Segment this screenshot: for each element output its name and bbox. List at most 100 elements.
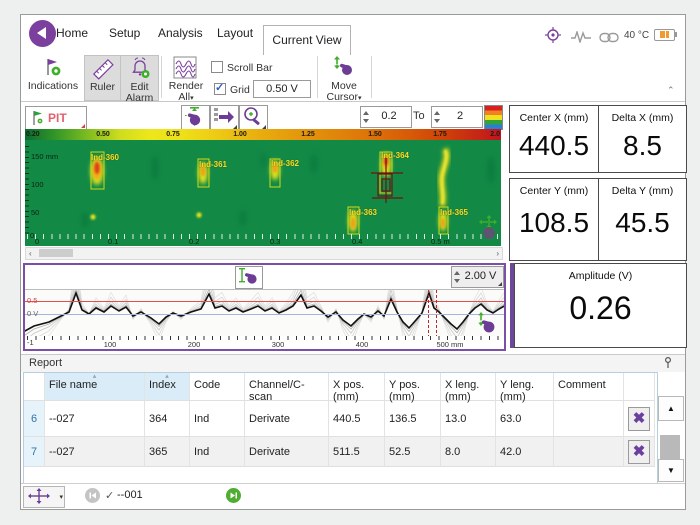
indication-label[interactable]: Ind-360 xyxy=(91,153,119,162)
indication-label[interactable]: Ind-361 xyxy=(199,160,227,169)
delete-row-button[interactable]: ✖ xyxy=(628,406,650,431)
cell-file-name[interactable]: --027 xyxy=(45,401,145,437)
cell-x-leng[interactable]: 8.0 xyxy=(441,437,496,467)
cell-index[interactable]: 365 xyxy=(145,437,190,467)
scale-tick: 1.75 xyxy=(433,131,447,138)
header-y-pos[interactable]: Y pos. (mm) xyxy=(385,373,441,403)
indications-button[interactable]: Indications xyxy=(23,55,83,99)
scale-tick: 1.25 xyxy=(301,131,315,138)
row-number[interactable]: 7 xyxy=(24,437,45,467)
scrollbar-thumb[interactable] xyxy=(39,249,73,257)
skip-next-icon[interactable] xyxy=(226,488,241,503)
cell-y-pos[interactable]: 52.5 xyxy=(385,437,441,467)
cell-channel[interactable]: Derivate xyxy=(245,401,329,437)
cell-file-name[interactable]: --027 xyxy=(45,437,145,467)
header-y-leng[interactable]: Y leng. (mm) xyxy=(496,373,554,403)
range-to-spinner[interactable]: 2 xyxy=(431,106,483,128)
cell-x-pos[interactable]: 440.5 xyxy=(329,401,385,437)
move-tool-caret[interactable]: ▾ xyxy=(59,493,63,501)
edit-alarm-button[interactable]: Edit Alarm xyxy=(120,55,159,104)
x-tick-label: 400 xyxy=(355,340,369,349)
hand-arrows-icon xyxy=(321,56,367,80)
cell-code[interactable]: Ind xyxy=(190,401,245,437)
y-label-upper: 0.5 xyxy=(27,296,38,305)
scroll-up-button[interactable]: ▲ xyxy=(658,396,684,421)
grid-value-input[interactable]: 0.50 V xyxy=(253,80,311,98)
cell-code[interactable]: Ind xyxy=(190,437,245,467)
menu-item-home[interactable]: Home xyxy=(56,26,88,40)
pan-tool-button[interactable] xyxy=(181,105,210,131)
scroll-down-button[interactable]: ▼ xyxy=(658,459,684,482)
cell-y-leng[interactable]: 42.0 xyxy=(496,437,554,467)
strip-move-cursor-icon[interactable] xyxy=(475,312,497,336)
palette-button[interactable] xyxy=(484,105,503,130)
indication-label[interactable]: Ind-362 xyxy=(271,159,299,168)
cell-comment[interactable] xyxy=(554,401,624,437)
cursor-line-left[interactable] xyxy=(428,290,429,336)
pin-icon[interactable] xyxy=(663,356,673,372)
cscan-h-scrollbar[interactable]: ‹ › xyxy=(25,247,503,260)
move-tool-button[interactable]: ▾ xyxy=(23,486,65,508)
strip-plot[interactable]: 0.5 0 V xyxy=(25,290,504,336)
render-all-button[interactable]: Render All▾ xyxy=(164,55,208,103)
target-icon[interactable] xyxy=(545,27,561,48)
grid-checkbox-row[interactable]: Grid xyxy=(214,81,250,96)
scale-tick: 0.75 xyxy=(166,131,180,138)
render-all-caret: ▾ xyxy=(190,95,194,102)
cell-x-leng[interactable]: 13.0 xyxy=(441,401,496,437)
strip-header: 2.00 V xyxy=(25,265,504,290)
ribbon-collapse-chevron[interactable]: ⌃ xyxy=(667,85,675,96)
scrollbar-checkbox-row[interactable]: Scroll Bar xyxy=(211,61,273,74)
grid-checkbox[interactable] xyxy=(214,81,226,95)
check-icon: ✓ xyxy=(105,490,115,502)
header-file-name[interactable]: File name xyxy=(45,373,145,401)
cell-comment[interactable] xyxy=(554,437,624,467)
x-tick-label: 0.3 xyxy=(270,237,281,246)
cell-y-pos[interactable]: 136.5 xyxy=(385,401,441,437)
header-index[interactable]: Index xyxy=(145,373,190,401)
move-cursor-button[interactable]: Move Cursor▾ xyxy=(321,55,367,103)
cell-index[interactable]: 364 xyxy=(145,401,190,437)
scrollbar-checkbox[interactable] xyxy=(211,61,223,73)
step-cursor-button[interactable] xyxy=(210,105,239,131)
indication-label[interactable]: Ind-365 xyxy=(440,208,468,217)
cscan-map[interactable]: 150 mm 100 50 0 0 0.1 0.2 0.3 0.4 0.5 m … xyxy=(25,140,501,246)
strip-scale-corner xyxy=(498,282,502,286)
strip-scale-spinner[interactable]: 2.00 V xyxy=(451,266,504,288)
row-number[interactable]: 6 xyxy=(24,401,45,437)
cell-x-pos[interactable]: 511.5 xyxy=(329,437,385,467)
menu-item-analysis[interactable]: Analysis xyxy=(158,26,203,40)
header-comment[interactable]: Comment xyxy=(554,373,624,401)
menu-item-setup[interactable]: Setup xyxy=(109,26,140,40)
x-tick-label: 100 xyxy=(103,340,117,349)
tab-current-view[interactable]: Current View xyxy=(263,25,351,55)
map-move-cursor-icon[interactable] xyxy=(478,215,500,246)
cursor-line-right[interactable] xyxy=(436,290,437,336)
indication-label[interactable]: Ind-363 xyxy=(349,208,377,217)
delete-row-button[interactable]: ✖ xyxy=(628,439,650,464)
back-button[interactable] xyxy=(29,20,56,47)
scroll-right-arrow[interactable]: › xyxy=(496,249,499,259)
cell-y-leng[interactable]: 63.0 xyxy=(496,401,554,437)
y-tick-label: 0 xyxy=(30,231,35,240)
ruler-button[interactable]: Ruler xyxy=(84,55,121,101)
pan-hand-icon xyxy=(185,107,201,126)
skip-previous-icon[interactable] xyxy=(85,488,100,503)
header-x-pos[interactable]: X pos. (mm) xyxy=(329,373,385,403)
indication-label[interactable]: Ind-364 xyxy=(381,151,409,160)
zoom-tool-button[interactable] xyxy=(239,105,268,131)
report-v-scrollbar[interactable]: ▲ ▼ xyxy=(658,372,684,482)
cell-channel[interactable]: Derivate xyxy=(245,437,329,467)
range-from-spinner[interactable]: 0.2 xyxy=(360,106,412,128)
header-channel[interactable]: Channel/C-scan xyxy=(245,373,329,403)
channel-selector-button[interactable]: PIT xyxy=(25,106,87,130)
menu-item-layout[interactable]: Layout xyxy=(217,26,253,40)
x-tick-label: 0 xyxy=(35,237,40,246)
strip-cursor-tool-button[interactable] xyxy=(235,266,263,289)
desktop: Home Setup Analysis Layout Current View … xyxy=(0,0,700,525)
scroll-left-arrow[interactable]: ‹ xyxy=(29,249,32,259)
header-x-leng[interactable]: X leng. (mm) xyxy=(441,373,496,403)
toolbar-separator xyxy=(317,56,318,98)
header-code[interactable]: Code xyxy=(190,373,245,401)
delta-x-value: 8.5 xyxy=(623,130,662,161)
